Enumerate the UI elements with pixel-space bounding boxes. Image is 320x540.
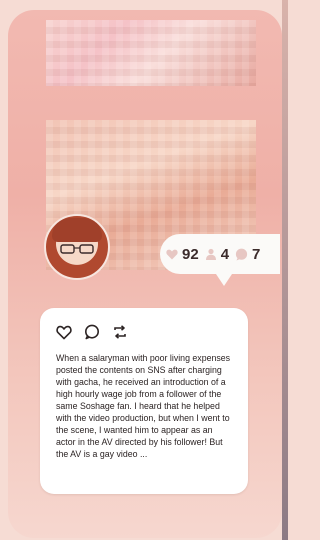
comments-count: 7 [252,245,261,263]
phone-edge-shadow [282,0,288,540]
person-icon [205,248,216,260]
post-card: When a salaryman with poor living expens… [40,308,248,494]
followers-stat[interactable]: 4 [205,246,229,263]
post-actions [56,322,232,342]
comments-stat[interactable]: 7 [235,246,260,263]
censored-image-top [46,20,256,86]
likes-stat[interactable]: 92 [166,246,199,263]
comment-bubble-icon[interactable] [84,324,100,340]
stats-bubble-tail [216,274,232,286]
heart-outline-icon[interactable] [56,325,72,340]
stats-bubble: 92 4 7 [160,234,280,286]
followers-count: 4 [220,245,230,263]
avatar[interactable] [44,214,110,280]
repost-icon[interactable] [112,324,128,340]
post-description: When a salaryman with poor living expens… [56,353,231,459]
comment-filled-icon [235,248,248,260]
avatar-hair [52,218,102,242]
heart-filled-icon [166,249,178,259]
likes-count: 92 [182,245,199,263]
avatar-glasses [60,244,94,254]
